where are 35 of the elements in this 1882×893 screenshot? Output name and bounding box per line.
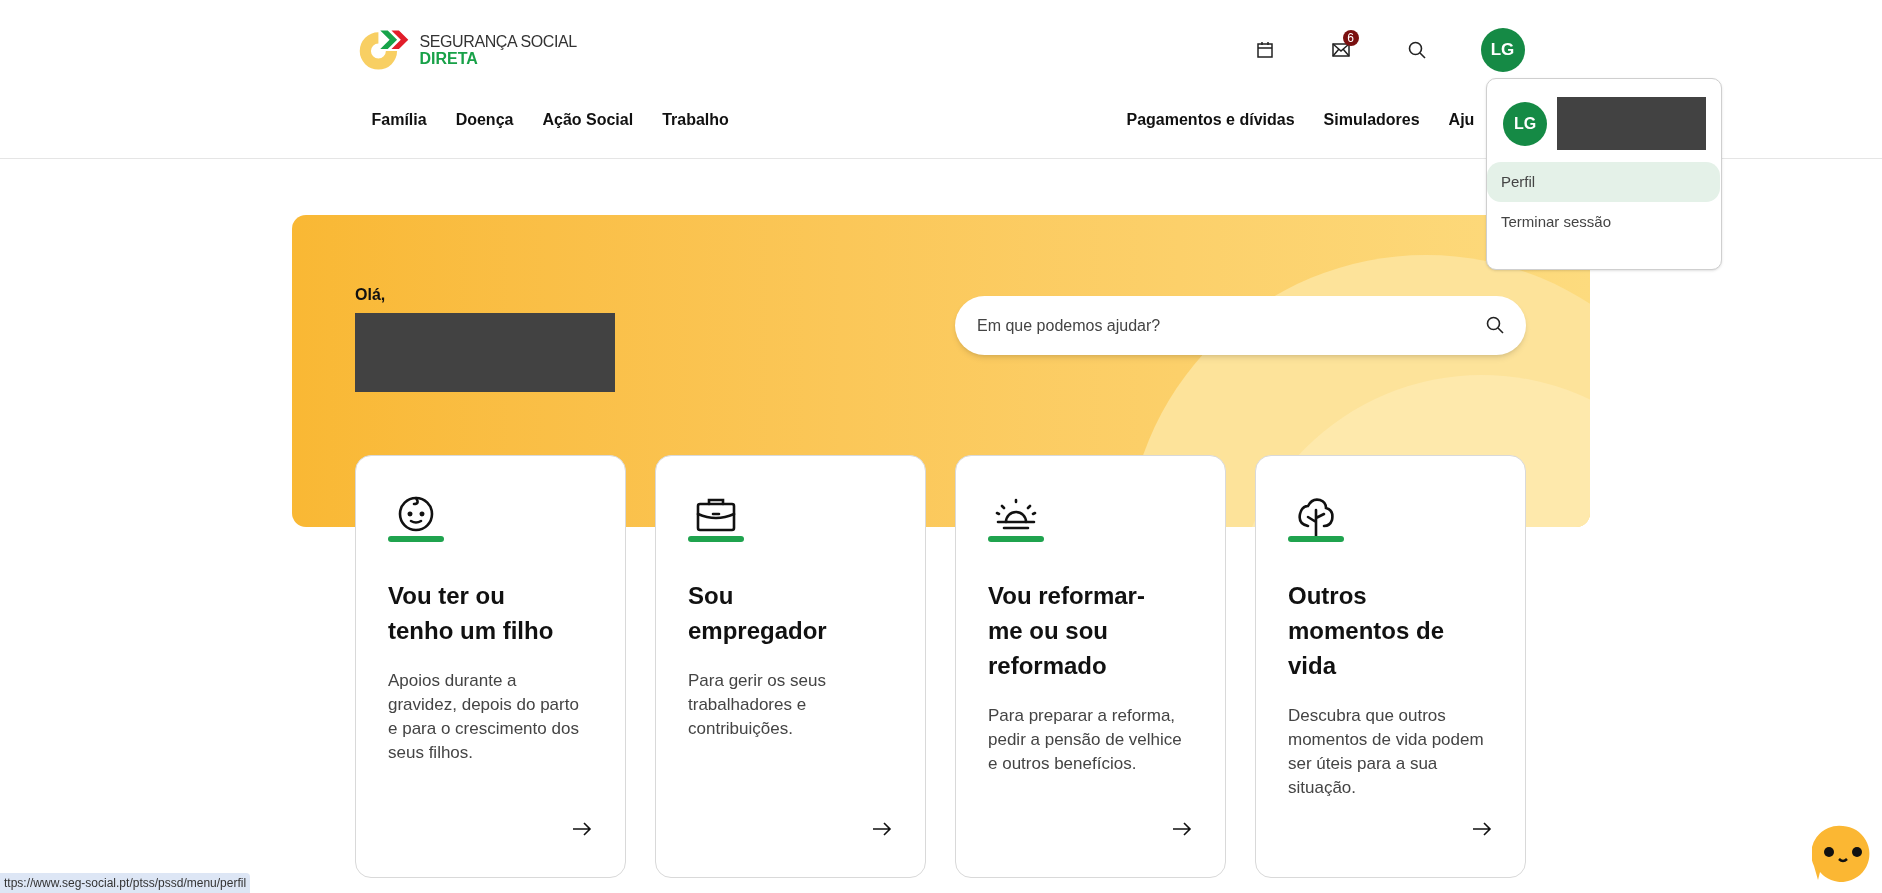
card-description: Para gerir os seus trabalhadores e contribuições.	[688, 670, 827, 740]
card-title: Sou empregador	[688, 581, 828, 646]
nav-link[interactable]: Ação Social	[542, 108, 634, 132]
card[interactable]: Vou reformar-me ou sou reformado Para preparar a reforma, pedir a pensão de velhice e outros benefícios.	[955, 455, 1226, 878]
arrow-icon	[872, 821, 892, 837]
nav-link[interactable]: Trabalho	[662, 108, 729, 132]
card-title: Vou reformar-me ou sou reformado	[988, 581, 1146, 681]
notification-badge: 6	[1342, 30, 1359, 46]
card[interactable]: Vou ter ou tenho um filho Apoios durante a gravidez, depois do parto e para o crescimento dos seus filhos.	[355, 455, 626, 878]
logo-text: SEGURANÇA SOCIAL	[419, 33, 577, 50]
card-description: Descubra que outros momentos de vida podem ser úteis para a sua situação.	[1288, 705, 1485, 799]
arrow-icon	[1172, 821, 1192, 837]
nav-link[interactable]: Aju	[1448, 108, 1475, 132]
nav-link[interactable]: Doença	[455, 108, 514, 132]
card[interactable]: Outros momentos de vida Descubra que outros momentos de vida podem ser úteis para a sua situação.	[1255, 455, 1526, 878]
user-avatar[interactable]: LG	[1480, 28, 1525, 72]
user-avatar: LG	[1503, 101, 1547, 146]
status-bar: ttps://www.seg-social.pt/ptss/pssd/menu/perfil	[0, 873, 251, 893]
card-title: Outros momentos de vida	[1288, 581, 1446, 681]
card-description: Apoios durante a gravidez, depois do parto e para o crescimento dos seus filhos.	[388, 670, 580, 764]
nav-link[interactable]: Pagamentos e dívidas	[1126, 108, 1295, 132]
search-icon[interactable]	[1486, 316, 1504, 334]
nav-link[interactable]: Simuladores	[1323, 108, 1420, 132]
nav-link[interactable]: Família	[371, 108, 427, 132]
card-description: Para preparar a reforma, pedir a pensão de velhice e outros benefícios.	[988, 705, 1183, 775]
greeting-text: Olá,	[355, 285, 387, 305]
arrow-icon	[572, 821, 592, 837]
menu-item[interactable]: Perfil	[1487, 162, 1720, 202]
mail-icon[interactable]	[1331, 43, 1350, 57]
search-field[interactable]: Em que podemos ajudar?	[955, 296, 1526, 355]
logo-subtitle: DIRETA	[419, 50, 479, 67]
card[interactable]: Sou empregador Para gerir os seus trabalhadores e contribuições.	[655, 455, 926, 878]
arrow-icon	[1472, 821, 1492, 837]
menu-item[interactable]: Terminar sessão	[1487, 202, 1721, 242]
card-title: Vou ter ou tenho um filho	[388, 581, 555, 646]
